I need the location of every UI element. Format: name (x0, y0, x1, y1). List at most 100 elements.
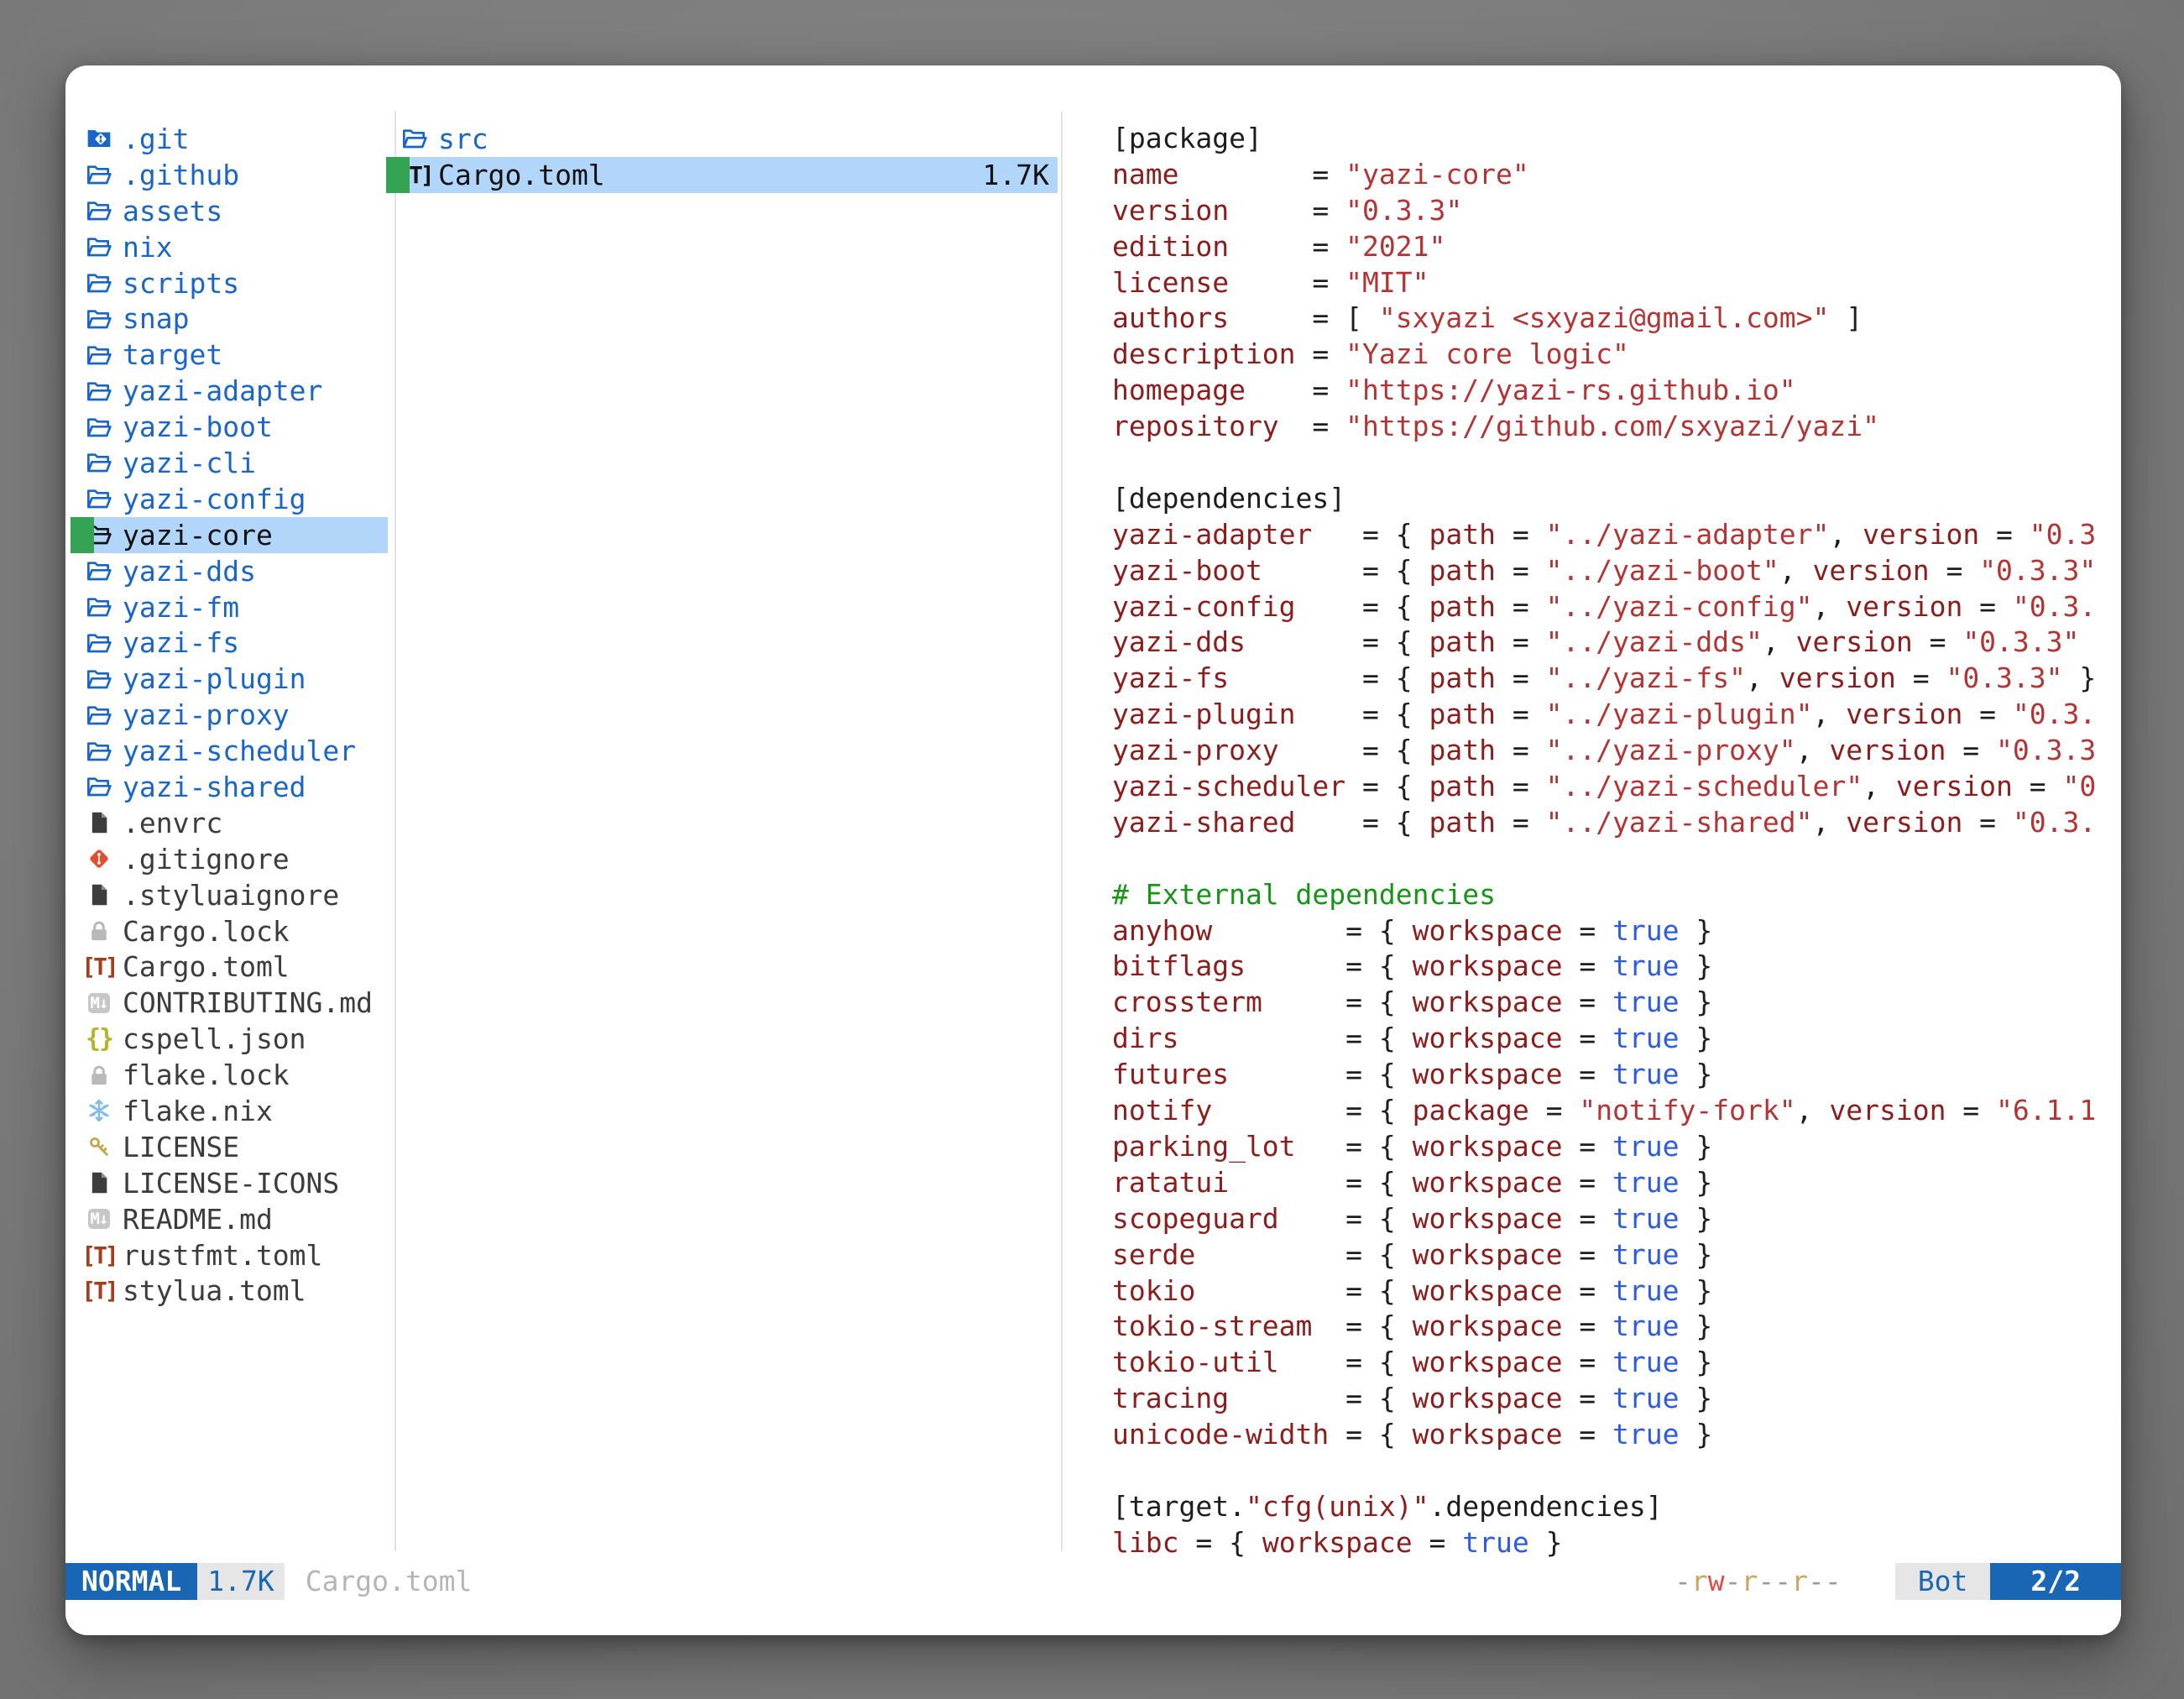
preview-line: yazi-adapter = { path = "../yazi-adapter… (1112, 517, 2096, 553)
file-row[interactable]: M↓README.md (79, 1201, 388, 1237)
file-row[interactable]: .gitignore (79, 841, 388, 877)
preview-line: license = "MIT" (1112, 265, 2096, 301)
entry-name: .gitignore (123, 843, 290, 876)
dir-row[interactable]: yazi-cli (79, 445, 388, 481)
key-icon (84, 1132, 114, 1162)
dir-row[interactable]: yazi-core (79, 517, 388, 553)
folder-icon (84, 304, 114, 334)
folder-icon (84, 556, 114, 586)
entry-name: target (123, 338, 222, 371)
entry-name: nix (123, 231, 173, 264)
git-icon (84, 844, 114, 874)
git-folder-icon (84, 123, 114, 154)
file-row[interactable]: [T] stylua.toml (79, 1273, 388, 1310)
permissions-label: -rw-r--r-- (1675, 1563, 1842, 1600)
selection-marker (386, 157, 410, 193)
entry-name: .envrc (123, 807, 222, 839)
folder-icon (84, 412, 114, 442)
preview-line: scopeguard = { workspace = true } (1112, 1201, 2096, 1237)
file-row[interactable]: flake.nix (79, 1093, 388, 1129)
file-row[interactable]: Cargo.lock (79, 913, 388, 949)
entry-name: Cargo.toml (438, 159, 605, 191)
folder-icon (84, 196, 114, 226)
entry-name: stylua.toml (123, 1274, 306, 1307)
entry-name: src (438, 123, 489, 155)
folder-icon (84, 232, 114, 262)
dir-row[interactable]: yazi-fs (79, 625, 388, 661)
lock-icon (84, 1060, 114, 1090)
dir-row[interactable]: nix (79, 229, 388, 265)
toml-icon: [T] (84, 952, 114, 982)
dir-row[interactable]: yazi-boot (79, 409, 388, 445)
entry-name: yazi-plugin (123, 662, 306, 695)
file-row[interactable]: .styluaignore (79, 877, 388, 913)
entry-name: snap (123, 302, 189, 335)
entry-name: LICENSE (123, 1131, 239, 1163)
preview-line: authors = [ "sxyazi <sxyazi@gmail.com>" … (1112, 301, 2096, 337)
file-row[interactable]: {}cspell.json (79, 1021, 388, 1057)
file-icon (84, 1168, 114, 1198)
dir-row[interactable]: .github (79, 157, 388, 193)
file-row[interactable]: [T]rustfmt.toml (79, 1237, 388, 1273)
dir-row[interactable]: yazi-plugin (79, 661, 388, 697)
preview-line: unicode-width = { workspace = true } (1112, 1417, 2096, 1453)
dir-row[interactable]: src (394, 121, 1058, 157)
file-row[interactable]: [T]Cargo.toml1.7K (394, 157, 1058, 193)
dir-row[interactable]: yazi-shared (79, 769, 388, 805)
entry-size: 1.7K (983, 159, 1058, 191)
preview-line: notify = { package = "notify-fork", vers… (1112, 1093, 2096, 1129)
status-bar: NORMAL 1.7K Cargo.toml -rw-r--r-- Bot 2/… (65, 1563, 2121, 1600)
preview-line (1112, 841, 2096, 877)
dir-row[interactable]: yazi-dds (79, 553, 388, 589)
file-row[interactable]: LICENSE-ICONS (79, 1165, 388, 1201)
lock-icon (84, 916, 114, 946)
preview-line: parking_lot = { workspace = true } (1112, 1129, 2096, 1165)
preview-line: yazi-fs = { path = "../yazi-fs", version… (1112, 661, 2096, 697)
file-row[interactable]: .envrc (79, 805, 388, 841)
preview-line: tracing = { workspace = true } (1112, 1381, 2096, 1417)
dir-row[interactable]: .git (79, 121, 388, 157)
dir-row[interactable]: yazi-adapter (79, 373, 388, 409)
filename-label: Cargo.toml (306, 1563, 473, 1600)
file-icon (84, 808, 114, 838)
dir-row[interactable]: snap (79, 301, 388, 337)
entry-name: flake.lock (123, 1059, 290, 1091)
dir-row[interactable]: yazi-config (79, 481, 388, 517)
folder-icon (84, 268, 114, 298)
entry-name: yazi-scheduler (123, 734, 356, 767)
entry-name: scripts (123, 267, 239, 300)
entry-name: Cargo.toml (123, 950, 290, 983)
folder-icon (84, 447, 114, 478)
file-row[interactable]: [T] Cargo.toml (79, 949, 388, 985)
file-row[interactable]: LICENSE (79, 1129, 388, 1165)
dir-row[interactable]: yazi-fm (79, 589, 388, 625)
folder-icon (84, 628, 114, 658)
preview-pane: [package]name = "yazi-core"version = "0.… (1112, 121, 2096, 1561)
dir-row[interactable]: scripts (79, 265, 388, 301)
folder-icon (84, 736, 114, 766)
preview-line: bitflags = { workspace = true } (1112, 949, 2096, 985)
entry-name: yazi-fm (123, 591, 239, 624)
statusbar-spacer (472, 1563, 1675, 1600)
dir-row[interactable]: assets (79, 193, 388, 229)
entry-name: README.md (123, 1203, 273, 1236)
preview-line: tokio-util = { workspace = true } (1112, 1345, 2096, 1381)
dir-row[interactable]: target (79, 337, 388, 373)
entry-name: yazi-shared (123, 771, 306, 803)
toml-icon: [T] (84, 1276, 114, 1306)
file-row[interactable]: M↓CONTRIBUTING.md (79, 985, 388, 1021)
preview-line: # External dependencies (1112, 877, 2096, 913)
toml-icon: [T] (84, 1240, 114, 1270)
preview-line: yazi-shared = { path = "../yazi-shared",… (1112, 805, 2096, 841)
preview-line: ratatui = { workspace = true } (1112, 1165, 2096, 1201)
pane-separator (1061, 111, 1063, 1551)
dir-row[interactable]: yazi-scheduler (79, 733, 388, 769)
entry-name: Cargo.lock (123, 915, 290, 948)
file-row[interactable]: flake.lock (79, 1057, 388, 1093)
preview-line: yazi-proxy = { path = "../yazi-proxy", v… (1112, 733, 2096, 769)
preview-line: description = "Yazi core logic" (1112, 337, 2096, 373)
entry-name: flake.nix (123, 1095, 273, 1127)
dir-row[interactable]: yazi-proxy (79, 697, 388, 733)
folder-icon (84, 700, 114, 730)
file-size-badge: 1.7K (197, 1563, 284, 1600)
